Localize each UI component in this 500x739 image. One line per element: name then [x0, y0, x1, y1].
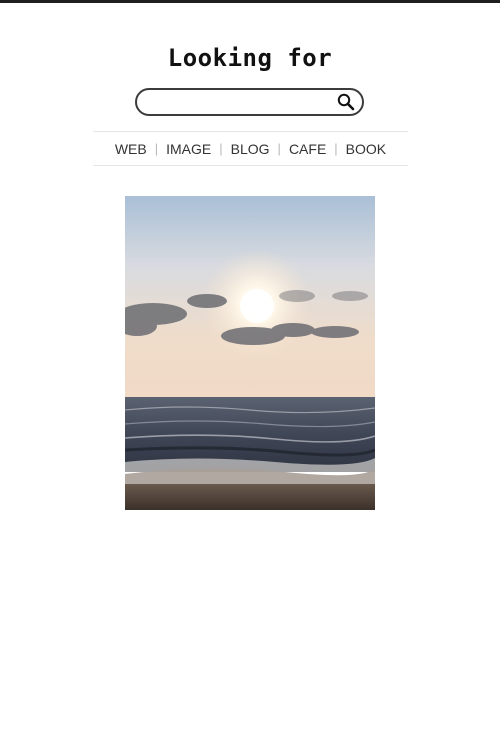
nav-item-book[interactable]: BOOK	[346, 141, 386, 157]
image-sea	[125, 397, 375, 484]
search-input[interactable]	[149, 93, 339, 111]
nav-separator: |	[277, 141, 281, 156]
nav-item-cafe[interactable]: CAFE	[289, 141, 326, 157]
nav-item-web[interactable]: WEB	[115, 141, 147, 157]
nav-separator: |	[334, 141, 338, 156]
search-icon	[337, 93, 355, 111]
page-title: Looking for	[167, 44, 333, 72]
nav-separator: |	[154, 141, 159, 156]
nav-item-image[interactable]: IMAGE	[166, 141, 211, 157]
search-box[interactable]	[135, 88, 364, 116]
search-button[interactable]	[336, 93, 356, 111]
search-category-nav: WEB | IMAGE | BLOG | CAFE | BOOK	[93, 131, 408, 166]
nav-separator: |	[219, 141, 223, 156]
result-image-sunset-beach[interactable]	[125, 196, 375, 510]
image-sand	[125, 484, 375, 510]
nav-item-blog[interactable]: BLOG	[231, 141, 270, 157]
top-bar	[0, 0, 500, 3]
